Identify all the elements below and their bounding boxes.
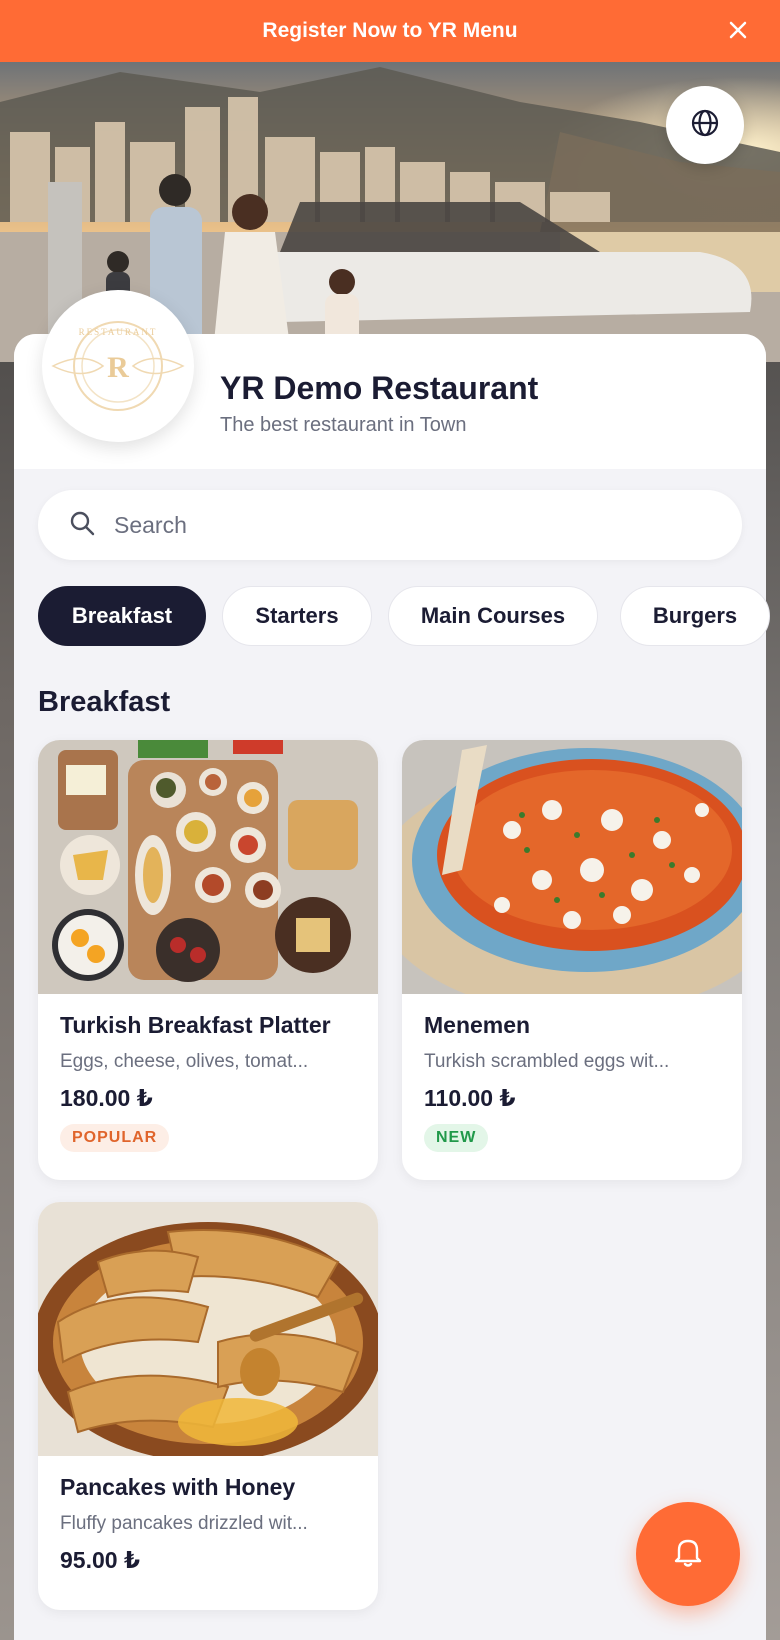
item-image bbox=[38, 740, 378, 994]
item-description: Fluffy pancakes drizzled wit... bbox=[60, 1513, 308, 1534]
menu-item-card[interactable]: Turkish Breakfast Platter Eggs, cheese, … bbox=[38, 740, 378, 1180]
register-banner[interactable]: Register Now to YR Menu bbox=[0, 0, 780, 62]
item-description: Turkish scrambled eggs wit... bbox=[424, 1051, 670, 1072]
tab-starters[interactable]: Starters bbox=[222, 586, 372, 646]
item-name: Pancakes with Honey bbox=[60, 1474, 296, 1500]
restaurant-name: YR Demo Restaurant bbox=[220, 370, 539, 406]
bell-icon bbox=[673, 1536, 703, 1573]
menu-item-card[interactable]: Pancakes with Honey Fluffy pancakes driz… bbox=[38, 1202, 378, 1610]
item-image bbox=[402, 740, 742, 994]
category-tabs: Breakfast Starters Main Courses Burgers bbox=[38, 586, 780, 646]
banner-text[interactable]: Register Now to YR Menu bbox=[262, 19, 517, 43]
tab-burgers[interactable]: Burgers bbox=[620, 586, 770, 646]
search-bar[interactable] bbox=[38, 490, 742, 560]
close-icon[interactable] bbox=[722, 14, 754, 46]
logo-letter: R bbox=[107, 351, 129, 384]
search-input[interactable] bbox=[114, 511, 694, 539]
item-name: Turkish Breakfast Platter bbox=[60, 1012, 331, 1038]
item-image bbox=[38, 1202, 378, 1456]
tab-main-courses[interactable]: Main Courses bbox=[388, 586, 598, 646]
item-name: Menemen bbox=[424, 1012, 531, 1038]
section-title: Breakfast bbox=[38, 686, 171, 718]
menu-item-card[interactable]: Menemen Turkish scrambled eggs wit... 11… bbox=[402, 740, 742, 1180]
item-price: 180.00 ₺ bbox=[60, 1085, 153, 1111]
globe-icon bbox=[690, 108, 720, 143]
popular-badge: POPULAR bbox=[60, 1124, 170, 1152]
call-waiter-button[interactable] bbox=[636, 1502, 740, 1606]
logo-ring-text: RESTAURANT bbox=[79, 327, 158, 337]
item-price: 95.00 ₺ bbox=[60, 1547, 140, 1573]
language-button[interactable] bbox=[666, 86, 744, 164]
item-description: Eggs, cheese, olives, tomat... bbox=[60, 1051, 309, 1072]
new-badge: NEW bbox=[424, 1124, 489, 1152]
restaurant-tagline: The best restaurant in Town bbox=[220, 414, 467, 436]
tab-breakfast[interactable]: Breakfast bbox=[38, 586, 206, 646]
restaurant-logo: R RESTAURANT bbox=[42, 290, 194, 442]
search-icon bbox=[68, 509, 96, 542]
item-price: 110.00 ₺ bbox=[424, 1085, 516, 1111]
